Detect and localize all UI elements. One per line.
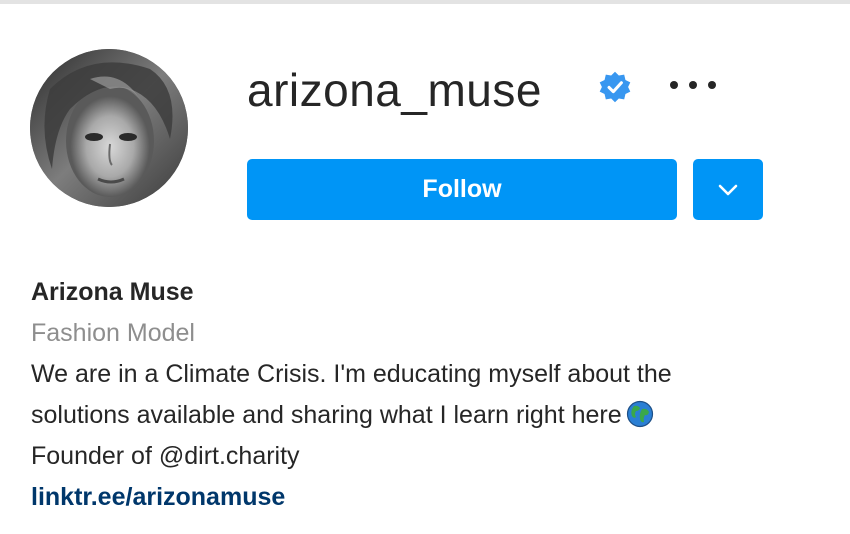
profile-link[interactable]: linktr.ee/arizonamuse xyxy=(31,477,821,518)
more-options-icon[interactable] xyxy=(670,70,716,100)
bio-line: Founder of @dirt.charity xyxy=(31,436,821,477)
username: arizona_muse xyxy=(247,64,542,116)
chevron-down-icon xyxy=(718,184,738,195)
follow-button[interactable]: Follow xyxy=(247,159,677,220)
dot xyxy=(670,81,678,89)
bio-text: We are in a Climate Crisis. I'm educatin… xyxy=(31,360,672,388)
verified-badge-icon xyxy=(598,70,632,104)
bio-section: Arizona Muse Fashion Model We are in a C… xyxy=(31,272,821,518)
avatar-photo xyxy=(30,49,188,207)
dot xyxy=(689,81,697,89)
category-label: Fashion Model xyxy=(31,319,195,347)
bio-line: We are in a Climate Crisis. I'm educatin… xyxy=(31,354,821,395)
bio-text: Founder of @dirt.charity xyxy=(31,442,300,470)
globe-emoji-icon xyxy=(626,400,654,428)
dot xyxy=(708,81,716,89)
top-divider xyxy=(0,0,850,4)
full-name: Arizona Muse xyxy=(31,278,194,306)
avatar[interactable] xyxy=(30,49,188,207)
profile-page: arizona_muse Follow Arizona Muse Fashion… xyxy=(0,0,850,534)
bio-line: solutions available and sharing what I l… xyxy=(31,395,821,436)
suggested-accounts-dropdown-button[interactable] xyxy=(693,159,763,220)
bio-text: solutions available and sharing what I l… xyxy=(31,401,622,429)
